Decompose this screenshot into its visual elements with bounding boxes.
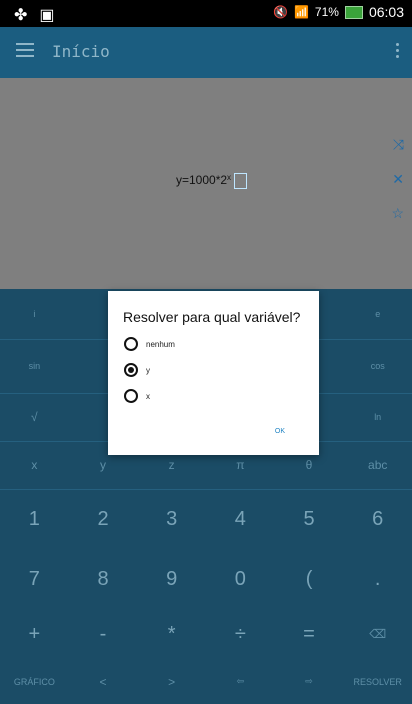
- key[interactable]: abc: [343, 441, 412, 489]
- key[interactable]: √: [0, 393, 69, 441]
- mute-icon: 🔇: [273, 5, 288, 19]
- status-bar-notifications: ✤ ▣: [14, 5, 55, 25]
- key[interactable]: 6: [343, 489, 412, 549]
- radio-unchecked-icon[interactable]: [124, 337, 138, 351]
- wifi-icon: 📶: [293, 5, 309, 19]
- radio-checked-icon[interactable]: [124, 363, 138, 377]
- radio-unchecked-icon[interactable]: [124, 389, 138, 403]
- app-notification-icon: ✤: [14, 7, 28, 24]
- graph-button[interactable]: GRÁFICO: [0, 659, 69, 704]
- clock: 06:03: [368, 4, 404, 20]
- cursor-left-key[interactable]: <: [69, 659, 138, 704]
- status-bar: ✤ ▣ 🔇 📶 71% 06:03: [0, 0, 412, 27]
- key[interactable]: 0: [206, 549, 275, 609]
- key[interactable]: 1: [0, 489, 69, 549]
- key[interactable]: e: [343, 289, 412, 339]
- favorite-star-icon[interactable]: ☆: [391, 205, 404, 222]
- clear-icon[interactable]: ✕: [392, 171, 404, 188]
- arrow-left-icon[interactable]: ⇦: [206, 659, 275, 704]
- key[interactable]: sin: [0, 339, 69, 393]
- key[interactable]: +: [0, 609, 69, 659]
- key[interactable]: -: [69, 609, 138, 659]
- battery-icon: [344, 5, 363, 19]
- input-cursor: [234, 173, 248, 189]
- keypad-row: GRÁFICO < > ⇦ ⇨ RESOLVER: [0, 659, 412, 704]
- battery-percent: 71%: [314, 5, 339, 19]
- hamburger-menu-icon[interactable]: [16, 43, 34, 57]
- key[interactable]: ÷: [206, 609, 275, 659]
- solve-variable-dialog: Resolver para qual variável? nenhum y x …: [108, 291, 319, 455]
- backspace-icon[interactable]: ⌫: [343, 609, 412, 659]
- key[interactable]: 2: [69, 489, 138, 549]
- gallery-notification-icon: ▣: [39, 7, 55, 24]
- key[interactable]: 3: [137, 489, 206, 549]
- app-title: Início: [52, 42, 110, 61]
- keypad-row: 7 8 9 0 ( .: [0, 549, 412, 609]
- key[interactable]: *: [137, 609, 206, 659]
- key[interactable]: =: [275, 609, 344, 659]
- solve-button[interactable]: RESOLVER: [343, 659, 412, 704]
- app-bar: Início: [0, 27, 412, 78]
- option-label: x: [146, 391, 150, 401]
- option-label: nenhum: [146, 339, 175, 349]
- overflow-menu-icon[interactable]: [394, 43, 400, 61]
- key[interactable]: 9: [137, 549, 206, 609]
- key[interactable]: i: [0, 289, 69, 339]
- key[interactable]: 4: [206, 489, 275, 549]
- key[interactable]: (: [275, 549, 344, 609]
- key[interactable]: ln: [343, 393, 412, 441]
- shuffle-icon[interactable]: ⤨: [393, 136, 404, 153]
- option-y[interactable]: y: [124, 363, 150, 377]
- key[interactable]: 7: [0, 549, 69, 609]
- option-x[interactable]: x: [124, 389, 150, 403]
- keypad-row: + - * ÷ = ⌫: [0, 609, 412, 659]
- key[interactable]: x: [0, 441, 69, 489]
- status-bar-system: 🔇 📶 71% 06:03: [273, 4, 404, 20]
- dialog-title: Resolver para qual variável?: [123, 309, 301, 325]
- expression-display[interactable]: y=1000*2 x ⤨ ✕ ☆: [0, 78, 412, 289]
- cursor-right-key[interactable]: >: [137, 659, 206, 704]
- key[interactable]: cos: [343, 339, 412, 393]
- ok-button[interactable]: OK: [275, 428, 285, 435]
- expression-base: y=1000*2: [176, 173, 228, 187]
- expression-exponent: x: [227, 173, 232, 182]
- key[interactable]: .: [343, 549, 412, 609]
- option-nenhum[interactable]: nenhum: [124, 337, 175, 351]
- arrow-right-icon[interactable]: ⇨: [275, 659, 344, 704]
- expression: y=1000*2 x: [176, 173, 248, 189]
- option-label: y: [146, 365, 150, 375]
- keypad-row: 1 2 3 4 5 6: [0, 489, 412, 549]
- key[interactable]: 5: [275, 489, 344, 549]
- key[interactable]: 8: [69, 549, 138, 609]
